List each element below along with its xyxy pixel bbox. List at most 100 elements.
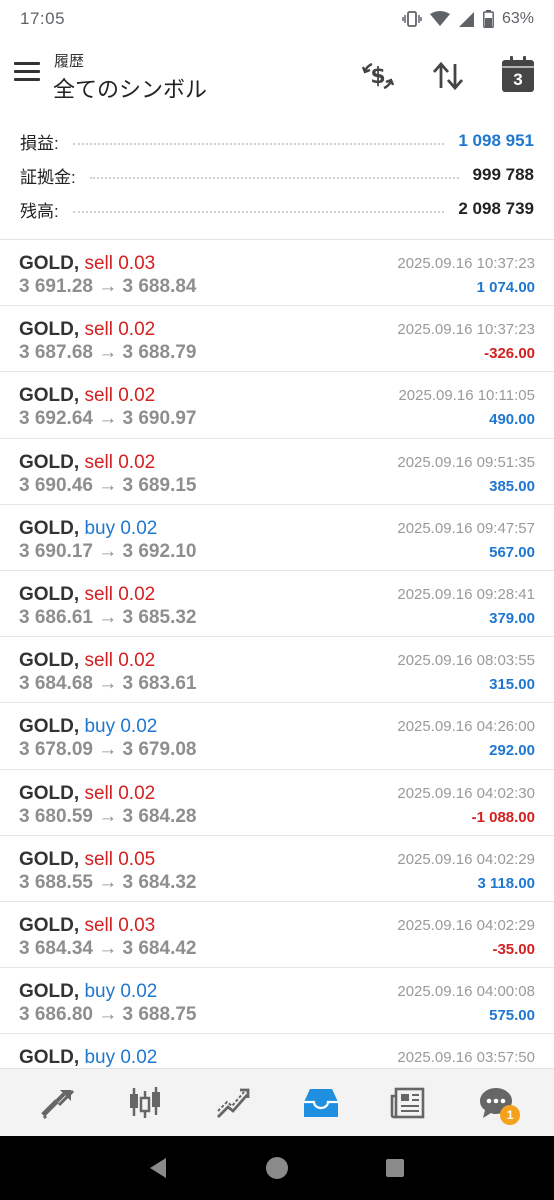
deal-time: 2025.09.16 04:00:08 — [397, 983, 535, 1001]
signal-icon — [458, 11, 474, 27]
quotes-icon — [41, 1089, 74, 1119]
deal-symbol: GOLD, buy 0.02 — [19, 1047, 157, 1068]
summary-value: 999 788 — [472, 165, 534, 184]
wifi-icon — [429, 11, 450, 26]
deal-side-volume: sell 0.02 — [84, 319, 156, 341]
deal-profit: -326.00 — [484, 345, 535, 363]
deal-row[interactable]: GOLD, sell 0.02 3 680.59 → 3 684.28 2025.0… — [0, 770, 554, 836]
sort-icon[interactable] — [428, 56, 468, 96]
deal-symbol-name: GOLD, — [19, 1047, 80, 1068]
deals-list[interactable]: GOLD, sell 0.03 3 691.28 → 3 688.84 2025.0… — [0, 240, 554, 1068]
nav-chat[interactable]: 1 — [466, 1073, 526, 1133]
deal-profit: 292.00 — [489, 742, 535, 760]
deal-row[interactable]: GOLD, buy 0.02 3 690.17 → 3 692.10 2025.09… — [0, 505, 554, 571]
summary-label: 損益: — [20, 133, 59, 153]
deal-row[interactable]: GOLD, sell 0.03 3 691.28 → 3 688.84 2025.0… — [0, 240, 554, 307]
menu-icon[interactable] — [14, 62, 40, 84]
status-time: 17:05 — [20, 9, 66, 28]
deal-side-volume: sell 0.05 — [84, 848, 156, 870]
deal-profit: 575.00 — [489, 1007, 535, 1025]
deal-side-volume: sell 0.02 — [84, 451, 156, 473]
deal-prices: 3 686.61 → 3 685.32 — [19, 606, 197, 628]
recents-icon[interactable] — [382, 1155, 408, 1181]
app-header: 履歴 全てのシンボル $ 3 — [0, 42, 554, 112]
home-icon[interactable] — [264, 1155, 290, 1181]
deal-profit: 490.00 — [489, 411, 535, 429]
deal-prices: 3 690.46 → 3 689.15 — [19, 474, 197, 496]
calendar-icon[interactable]: 3 — [498, 56, 538, 96]
vibrate-icon — [402, 11, 422, 27]
deal-symbol: GOLD, sell 0.03 — [19, 253, 155, 275]
deal-symbol-name: GOLD, — [19, 385, 80, 407]
page-title[interactable]: 全てのシンボル — [53, 72, 207, 104]
deal-time: 2025.09.16 09:47:57 — [397, 519, 535, 537]
deal-prices: 3 678.09 → 3 679.08 — [19, 739, 197, 761]
deal-prices: 3 692.64 → 3 690.97 — [19, 408, 197, 430]
deal-row[interactable]: GOLD, sell 0.02 3 684.68 → 3 683.61 2025.0… — [0, 637, 554, 704]
deal-time: 2025.09.16 08:03:55 — [397, 652, 535, 670]
deal-symbol: GOLD, sell 0.02 — [19, 650, 155, 672]
chart-icon — [130, 1086, 161, 1118]
deal-prices: 3 687.68 → 3 688.79 — [19, 342, 197, 364]
deal-symbol-name: GOLD, — [19, 451, 80, 473]
deal-symbol-name: GOLD, — [19, 716, 80, 738]
deal-profit: 379.00 — [489, 609, 535, 627]
trade-icon — [217, 1088, 250, 1118]
nav-news[interactable] — [378, 1073, 438, 1133]
summary-dots — [72, 211, 445, 213]
deal-row[interactable]: GOLD, buy 0.02 3 678.09 → 3 679.08 2025.09… — [0, 703, 554, 770]
nav-chart[interactable] — [115, 1073, 175, 1133]
deal-row[interactable]: GOLD, sell 0.02 3 690.46 → 3 689.15 2025.0… — [0, 439, 554, 505]
page-subtitle: 履歴 — [54, 53, 85, 70]
deal-side-volume: sell 0.02 — [84, 782, 156, 804]
deal-side-volume: buy 0.02 — [84, 1047, 158, 1068]
nav-trade[interactable] — [203, 1073, 263, 1133]
summary-row: 残高: 2 098 739 — [0, 192, 554, 226]
svg-text:$: $ — [370, 64, 385, 89]
deal-prices: 3 691.28 → 3 688.84 — [19, 276, 197, 297]
deal-symbol: GOLD, buy 0.02 — [19, 518, 157, 540]
dollar-exchange-icon[interactable]: $ — [358, 56, 398, 96]
summary-row: 損益: 1 098 951 — [0, 124, 554, 158]
deal-symbol-name: GOLD, — [19, 782, 80, 804]
deal-side-volume: sell 0.03 — [84, 253, 156, 274]
deal-side-volume: sell 0.02 — [84, 385, 156, 407]
deal-row[interactable]: GOLD, buy 0.02 2025.09.16 03:57:50 — [0, 1034, 554, 1068]
deal-prices: 3 684.68 → 3 683.61 — [19, 673, 197, 695]
deal-symbol: GOLD, sell 0.02 — [19, 783, 155, 805]
back-icon[interactable] — [146, 1155, 172, 1181]
deal-row[interactable]: GOLD, sell 0.05 3 688.55 → 3 684.32 2025.0… — [0, 836, 554, 902]
deal-time: 2025.09.16 10:37:23 — [397, 321, 535, 339]
deal-row[interactable]: GOLD, sell 0.02 3 687.68 → 3 688.79 2025.0… — [0, 306, 554, 373]
summary-dots — [72, 143, 445, 145]
deal-side-volume: sell 0.03 — [84, 914, 156, 936]
summary-value: 1 098 951 — [458, 131, 534, 150]
deal-symbol: GOLD, sell 0.02 — [19, 319, 155, 341]
nav-quotes[interactable] — [28, 1073, 88, 1133]
nav-history[interactable] — [291, 1073, 351, 1133]
deal-symbol: GOLD, sell 0.05 — [19, 849, 155, 871]
deal-row[interactable]: GOLD, sell 0.02 3 692.64 → 3 690.97 2025.0… — [0, 372, 554, 439]
deal-row[interactable]: GOLD, sell 0.02 3 686.61 → 3 685.32 2025.0… — [0, 571, 554, 638]
deal-time: 2025.09.16 04:26:00 — [397, 718, 535, 736]
deal-symbol-name: GOLD, — [19, 848, 80, 870]
deal-side-volume: sell 0.02 — [84, 583, 156, 605]
deal-profit: 3 118.00 — [477, 874, 535, 892]
deal-symbol: GOLD, sell 0.03 — [19, 915, 155, 937]
deal-prices: 3 688.55 → 3 684.32 — [19, 871, 197, 893]
deal-prices: 3 686.80 → 3 688.75 — [19, 1004, 197, 1026]
deal-time: 2025.09.16 04:02:30 — [397, 784, 535, 802]
deal-symbol-name: GOLD, — [19, 981, 80, 1003]
deal-symbol-name: GOLD, — [19, 583, 80, 605]
summary-label: 証拠金: — [20, 167, 76, 187]
deal-profit: 315.00 — [489, 676, 535, 694]
deal-row[interactable]: GOLD, buy 0.02 3 686.80 → 3 688.75 2025.09… — [0, 968, 554, 1035]
deal-symbol: GOLD, sell 0.02 — [19, 584, 155, 606]
chat-badge: 1 — [500, 1104, 521, 1125]
status-icons: 63% — [402, 10, 534, 28]
deal-time: 2025.09.16 10:37:23 — [397, 255, 535, 272]
news-icon — [391, 1087, 425, 1118]
deal-row[interactable]: GOLD, sell 0.03 3 684.34 → 3 684.42 2025.0… — [0, 902, 554, 969]
account-summary: 損益: 1 098 951 証拠金: 999 788 残高: 2 098 739 — [0, 124, 554, 226]
deal-symbol-name: GOLD, — [19, 253, 80, 274]
